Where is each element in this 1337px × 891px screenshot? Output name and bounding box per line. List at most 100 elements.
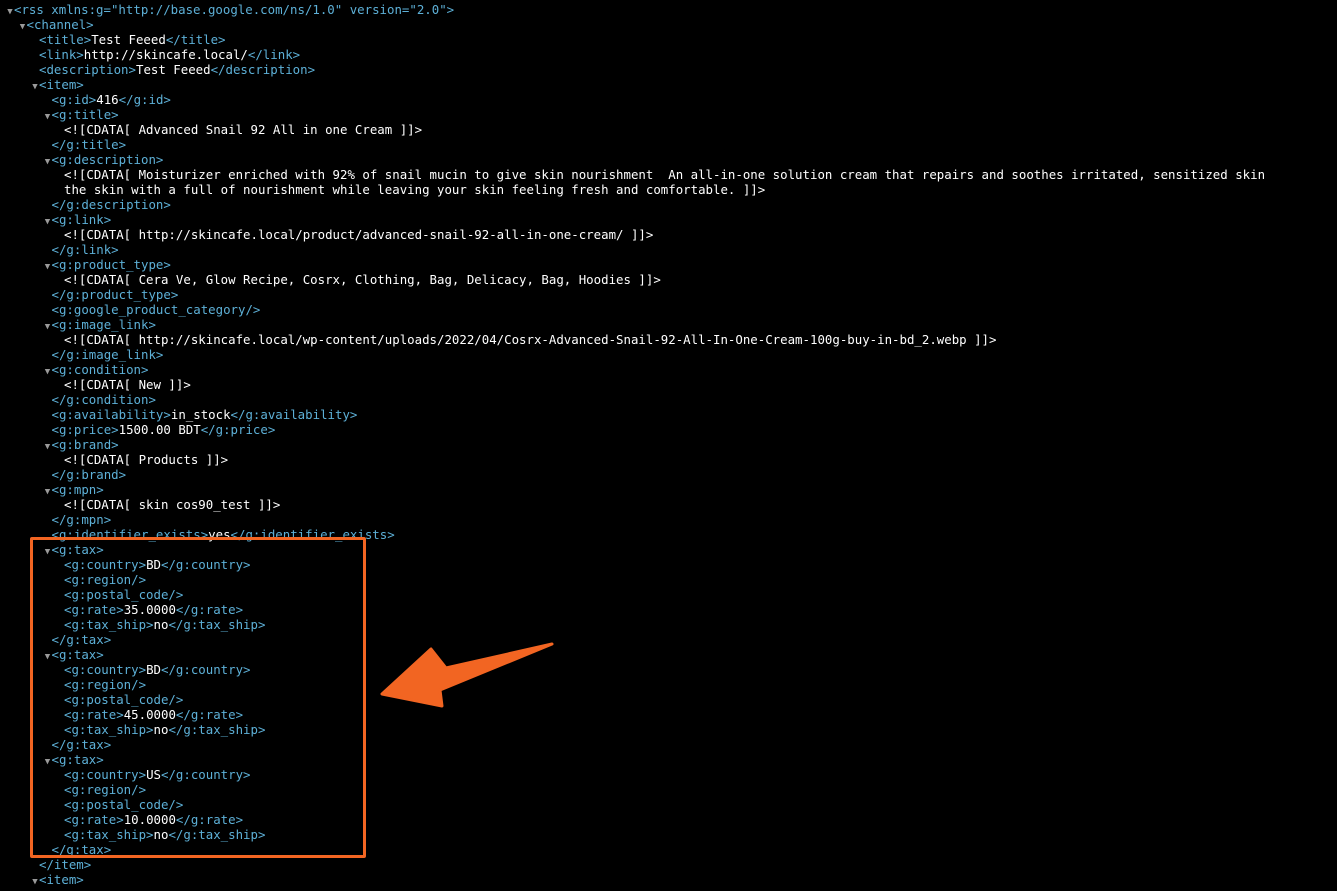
xml-line-text: <g:title> <box>51 107 119 122</box>
collapse-toggle-icon[interactable]: ▼ <box>44 155 52 170</box>
xml-line-text: </item> <box>39 857 92 872</box>
collapse-toggle-icon[interactable]: ▼ <box>44 215 52 230</box>
xml-line: ▼<rss xmlns:g="http://base.google.com/ns… <box>6 2 454 17</box>
xml-line-text: <g:rate>45.0000</g:rate> <box>64 707 244 722</box>
collapse-toggle-icon[interactable]: ▼ <box>44 755 52 770</box>
xml-line-text: </g:link> <box>51 242 119 257</box>
xml-line-text: <g:tax_ship>no</g:tax_ship> <box>64 722 266 737</box>
xml-line-text: <g:tax> <box>51 752 104 767</box>
xml-line: <g:postal_code/> <box>56 587 183 602</box>
collapse-toggle-icon[interactable]: ▼ <box>19 20 27 35</box>
xml-line: <g:google_product_category/> <box>44 302 261 317</box>
xml-line: </g:description> <box>44 197 171 212</box>
xml-line-text: </g:brand> <box>51 467 127 482</box>
collapse-toggle-icon[interactable]: ▼ <box>44 365 52 380</box>
xml-line-text: <g:link> <box>51 212 112 227</box>
xml-line: </g:product_type> <box>44 287 179 302</box>
xml-line-text: <g:image_link> <box>51 317 156 332</box>
xml-line: <![CDATA[ New ]]> <box>56 377 191 392</box>
xml-line: <g:rate>35.0000</g:rate> <box>56 602 243 617</box>
xml-line-text: <g:rate>10.0000</g:rate> <box>64 812 244 827</box>
xml-line: ▼<g:brand> <box>44 437 119 452</box>
xml-line: <![CDATA[ http://skincafe.local/product/… <box>56 227 653 242</box>
collapse-toggle-icon[interactable]: ▼ <box>44 320 52 335</box>
xml-line: <g:rate>45.0000</g:rate> <box>56 707 243 722</box>
xml-line-text: <g:country>BD</g:country> <box>64 557 251 572</box>
xml-line-text: <title>Test Feeed</title> <box>39 32 226 47</box>
collapse-toggle-icon[interactable]: ▼ <box>44 545 52 560</box>
xml-line-text: </g:tax> <box>51 842 112 857</box>
xml-line: ▼<g:tax> <box>44 647 104 662</box>
collapse-toggle-icon[interactable]: ▼ <box>44 485 52 500</box>
xml-line-text: <g:region/> <box>64 782 147 797</box>
xml-line-text: <g:postal_code/> <box>64 587 184 602</box>
xml-line: <g:postal_code/> <box>56 692 183 707</box>
xml-line-text: </g:tax> <box>51 632 112 647</box>
xml-line: <![CDATA[ skin cos90_test ]]> <box>56 497 280 512</box>
xml-line-text: <g:region/> <box>64 572 147 587</box>
collapse-toggle-icon[interactable]: ▼ <box>44 650 52 665</box>
xml-line-text: <rss xmlns:g="http://base.google.com/ns/… <box>14 2 455 17</box>
xml-line-text: </g:tax> <box>51 737 112 752</box>
xml-line-text: <g:tax> <box>51 542 104 557</box>
xml-line-text: </g:title> <box>51 137 127 152</box>
xml-line-text: <link>http://skincafe.local/</link> <box>39 47 301 62</box>
xml-line-text: <description>Test Feeed</description> <box>39 62 316 77</box>
xml-line: <![CDATA[ Advanced Snail 92 All in one C… <box>56 122 422 137</box>
xml-line-text: </g:product_type> <box>51 287 179 302</box>
xml-line-text: <g:product_type> <box>51 257 171 272</box>
xml-line: <link>http://skincafe.local/</link> <box>31 47 300 62</box>
collapse-toggle-icon[interactable]: ▼ <box>31 80 39 95</box>
xml-line: </g:tax> <box>44 737 112 752</box>
xml-line-text: <![CDATA[ Moisturizer enriched with 92% … <box>64 167 1266 182</box>
collapse-toggle-icon[interactable]: ▼ <box>44 440 52 455</box>
xml-line-text: <g:description> <box>51 152 164 167</box>
xml-line: the skin with a full of nourishment whil… <box>56 182 765 197</box>
xml-line-text: <g:postal_code/> <box>64 692 184 707</box>
xml-line: <g:country>BD</g:country> <box>56 662 251 677</box>
xml-line-text: <![CDATA[ Advanced Snail 92 All in one C… <box>64 122 423 137</box>
xml-line: ▼<g:mpn> <box>44 482 104 497</box>
xml-line: <g:tax_ship>no</g:tax_ship> <box>56 722 265 737</box>
xml-line: <g:region/> <box>56 572 146 587</box>
xml-line-text: <g:country>BD</g:country> <box>64 662 251 677</box>
xml-line: <![CDATA[ Moisturizer enriched with 92% … <box>56 167 1265 182</box>
xml-line: </item> <box>31 857 91 872</box>
xml-line: ▼<g:description> <box>44 152 164 167</box>
xml-line: <g:tax_ship>no</g:tax_ship> <box>56 617 265 632</box>
collapse-toggle-icon[interactable]: ▼ <box>31 875 39 890</box>
xml-line: <g:rate>10.0000</g:rate> <box>56 812 243 827</box>
xml-line-text: <g:identifier_exists>yes</g:identifier_e… <box>51 527 395 542</box>
xml-line: <g:region/> <box>56 677 146 692</box>
xml-line-text: <![CDATA[ http://skincafe.local/product/… <box>64 227 654 242</box>
xml-line: ▼<g:title> <box>44 107 119 122</box>
xml-line: ▼<g:tax> <box>44 542 104 557</box>
xml-line: <![CDATA[ Cera Ve, Glow Recipe, Cosrx, C… <box>56 272 661 287</box>
xml-line: ▼<channel> <box>19 17 94 32</box>
xml-line: <![CDATA[ Products ]]> <box>56 452 228 467</box>
xml-line-text: <![CDATA[ Products ]]> <box>64 452 229 467</box>
xml-line: <description>Test Feeed</description> <box>31 62 315 77</box>
xml-line: <![CDATA[ http://skincafe.local/wp-conte… <box>56 332 996 347</box>
xml-line-text: <g:google_product_category/> <box>51 302 261 317</box>
xml-line-text: <![CDATA[ New ]]> <box>64 377 191 392</box>
xml-line: <g:country>US</g:country> <box>56 767 251 782</box>
collapse-toggle-icon[interactable]: ▼ <box>44 110 52 125</box>
xml-line-text: <g:mpn> <box>51 482 104 497</box>
xml-line: <g:price>1500.00 BDT</g:price> <box>44 422 276 437</box>
xml-line: ▼<item> <box>31 77 83 95</box>
xml-line-text: <![CDATA[ Cera Ve, Glow Recipe, Cosrx, C… <box>64 272 661 287</box>
xml-line-text: </g:image_link> <box>51 347 164 362</box>
xml-line: ▼<item> <box>31 872 83 890</box>
xml-line: <g:availability>in_stock</g:availability… <box>44 407 358 422</box>
xml-line-text: <![CDATA[ http://skincafe.local/wp-conte… <box>64 332 997 347</box>
xml-line-text: <g:tax_ship>no</g:tax_ship> <box>64 827 266 842</box>
xml-line-text: <g:postal_code/> <box>64 797 184 812</box>
collapse-toggle-icon[interactable]: ▼ <box>6 5 14 20</box>
xml-line-text: <channel> <box>26 17 94 32</box>
xml-line: ▼<g:product_type> <box>44 257 171 272</box>
xml-line-text: <g:availability>in_stock</g:availability… <box>51 407 358 422</box>
collapse-toggle-icon[interactable]: ▼ <box>44 260 52 275</box>
xml-line-text: </g:mpn> <box>51 512 112 527</box>
xml-tree-viewer: ▼<rss xmlns:g="http://base.google.com/ns… <box>0 0 1337 891</box>
